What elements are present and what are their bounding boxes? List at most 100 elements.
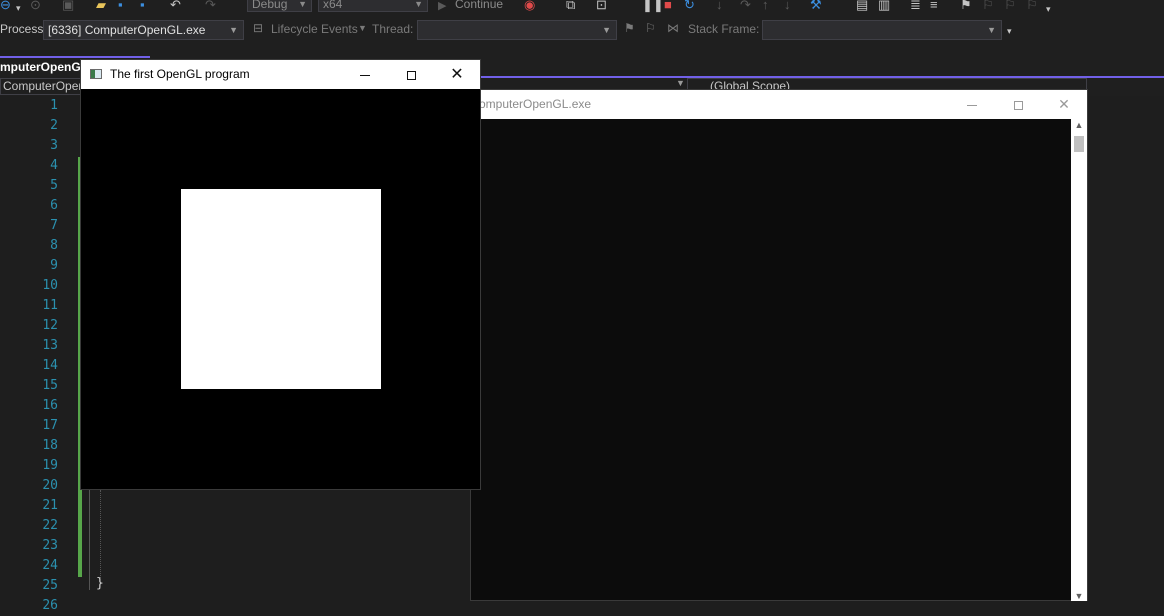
close-button[interactable]: ✕ bbox=[434, 60, 480, 89]
line-number: 19 bbox=[42, 458, 58, 473]
console-title: omputerOpenGL.exe bbox=[479, 97, 592, 111]
project-value: ComputerOpen bbox=[3, 79, 86, 93]
line-number: 1 bbox=[50, 98, 58, 113]
stack-frame-label: Stack Frame: bbox=[688, 22, 760, 36]
uncomment-icon[interactable]: ≡ bbox=[930, 0, 938, 13]
chevron-down-icon[interactable]: ▼ bbox=[676, 78, 685, 88]
debug-target-icon[interactable]: ⊡ bbox=[596, 0, 607, 13]
opengl-window[interactable]: The first OpenGL program ✕ bbox=[80, 59, 481, 490]
line-number: 18 bbox=[42, 438, 58, 453]
minimize-icon bbox=[967, 104, 977, 106]
console-title-bar[interactable]: omputerOpenGL.exe ✕ bbox=[471, 90, 1087, 119]
thread-filter-icon[interactable]: ⋈ bbox=[667, 21, 679, 35]
line-number: 13 bbox=[42, 338, 58, 353]
clear-bookmarks-icon[interactable]: ⚐ bbox=[1026, 0, 1038, 13]
configuration-value: Debug bbox=[252, 0, 288, 11]
undo-icon[interactable]: ↶ bbox=[170, 0, 181, 13]
line-number: 23 bbox=[42, 538, 58, 553]
navigate-back-icon[interactable]: ⊖ bbox=[0, 0, 11, 13]
scrollbar-thumb[interactable] bbox=[1074, 136, 1084, 152]
line-number: 11 bbox=[42, 298, 58, 313]
line-number: 20 bbox=[42, 478, 58, 493]
outline-fold-line bbox=[89, 490, 96, 590]
platform-value: x64 bbox=[323, 0, 343, 11]
chevron-down-icon: ▼ bbox=[602, 25, 611, 35]
step-into-icon[interactable]: ↓ bbox=[716, 0, 723, 13]
line-number: 2 bbox=[50, 118, 58, 133]
lifecycle-events-icon[interactable]: ⊟ bbox=[253, 21, 263, 35]
toolbar-overflow-icon[interactable]: ▾ bbox=[1046, 1, 1051, 14]
minimize-button[interactable] bbox=[342, 60, 388, 89]
open-folder-icon[interactable]: ▰ bbox=[96, 0, 106, 13]
scroll-down-icon[interactable]: ▼ bbox=[1071, 591, 1087, 601]
dropdown-arrow-icon[interactable]: ▾ bbox=[16, 0, 21, 14]
console-window[interactable]: omputerOpenGL.exe ✕ ▲ ▼ bbox=[470, 89, 1088, 601]
opengl-canvas bbox=[81, 89, 480, 489]
opengl-title-bar[interactable]: The first OpenGL program ✕ bbox=[81, 60, 480, 89]
platform-dropdown[interactable]: x64 ▼ bbox=[318, 0, 428, 12]
line-number: 15 bbox=[42, 378, 58, 393]
redo-icon[interactable]: ↷ bbox=[205, 0, 216, 13]
play-icon: ▶ bbox=[438, 0, 447, 12]
maximize-button[interactable] bbox=[388, 60, 434, 89]
maximize-button[interactable] bbox=[995, 90, 1041, 119]
step-out-icon[interactable]: ↑ bbox=[762, 0, 769, 13]
closing-brace: } bbox=[96, 576, 104, 591]
line-number: 12 bbox=[42, 318, 58, 333]
line-number: 17 bbox=[42, 418, 58, 433]
hot-reload-icon[interactable]: ◉ bbox=[524, 0, 535, 13]
maximize-icon bbox=[1013, 100, 1023, 110]
line-number: 10 bbox=[42, 278, 58, 293]
line-number: 8 bbox=[50, 238, 58, 253]
opengl-window-title: The first OpenGL program bbox=[110, 67, 250, 81]
app-window-icon bbox=[90, 69, 102, 79]
close-button[interactable]: ✕ bbox=[1041, 90, 1087, 119]
restart-icon[interactable]: ↻ bbox=[684, 0, 695, 13]
line-number: 9 bbox=[50, 258, 58, 273]
process-dropdown[interactable]: [6336] ComputerOpenGL.exe ▼ bbox=[43, 20, 244, 40]
minimize-button[interactable] bbox=[949, 90, 995, 119]
diagnostic-tools-icon[interactable]: ⚒ bbox=[810, 0, 822, 13]
lifecycle-events-button[interactable]: Lifecycle Events bbox=[271, 22, 358, 36]
line-number: 6 bbox=[50, 198, 58, 213]
step-over-icon[interactable]: ↷ bbox=[740, 0, 751, 13]
save-all-icon[interactable]: ▪ bbox=[140, 0, 145, 13]
solution-configuration-dropdown[interactable]: Debug ▼ bbox=[247, 0, 312, 12]
flag-thread-icon[interactable]: ⚑ bbox=[624, 21, 635, 35]
next-bookmark-icon[interactable]: ⚐ bbox=[1004, 0, 1016, 13]
indent-guide bbox=[100, 490, 101, 578]
main-toolbar: ⊖ ▾ ⊙ ▣ ▰ ▪ ▪ ↶ ↷ Debug ▼ x64 ▼ ▶ Contin… bbox=[0, 0, 1164, 14]
line-number: 16 bbox=[42, 398, 58, 413]
line-number: 21 bbox=[42, 498, 58, 513]
stop-icon[interactable]: ■ bbox=[664, 0, 672, 13]
line-number: 7 bbox=[50, 218, 58, 233]
navigate-forward-icon[interactable]: ⊙ bbox=[30, 0, 41, 13]
close-icon: ✕ bbox=[1058, 96, 1070, 112]
line-number: 22 bbox=[42, 518, 58, 533]
save-icon[interactable]: ▪ bbox=[118, 0, 123, 13]
continue-button[interactable]: Continue bbox=[455, 0, 503, 12]
chevron-down-icon[interactable]: ▼ bbox=[358, 23, 367, 33]
comment-icon[interactable]: ≣ bbox=[910, 0, 921, 13]
process-icon[interactable]: ⧉ bbox=[566, 0, 575, 13]
new-item-icon[interactable]: ▣ bbox=[62, 0, 74, 13]
memory-icon[interactable]: ▤ bbox=[856, 0, 868, 13]
process-label: Process: bbox=[0, 22, 47, 36]
show-next-statement-icon[interactable]: ↓ bbox=[784, 0, 791, 13]
bookmark-icon[interactable]: ⚑ bbox=[960, 0, 972, 13]
toolbar-overflow-icon[interactable]: ▾ bbox=[1007, 26, 1012, 37]
pause-icon[interactable]: ❚❚ bbox=[642, 0, 664, 13]
previous-bookmark-icon[interactable]: ⚐ bbox=[982, 0, 994, 13]
show-flagged-threads-icon[interactable]: ⚐ bbox=[645, 21, 656, 35]
line-number: 4 bbox=[50, 158, 58, 173]
threads-icon[interactable]: ▥ bbox=[878, 0, 890, 13]
scroll-up-icon[interactable]: ▲ bbox=[1071, 120, 1087, 130]
process-value: [6336] ComputerOpenGL.exe bbox=[48, 23, 206, 37]
maximize-icon bbox=[406, 70, 416, 80]
chevron-down-icon: ▼ bbox=[229, 25, 238, 35]
stack-frame-dropdown[interactable]: ▼ bbox=[762, 20, 1002, 40]
thread-label: Thread: bbox=[372, 22, 414, 36]
thread-dropdown[interactable]: ▼ bbox=[417, 20, 617, 40]
vertical-scrollbar[interactable]: ▲ ▼ bbox=[1071, 119, 1087, 601]
debug-location-toolbar: Process: [6336] ComputerOpenGL.exe ▼ ⊟ L… bbox=[0, 14, 1164, 46]
